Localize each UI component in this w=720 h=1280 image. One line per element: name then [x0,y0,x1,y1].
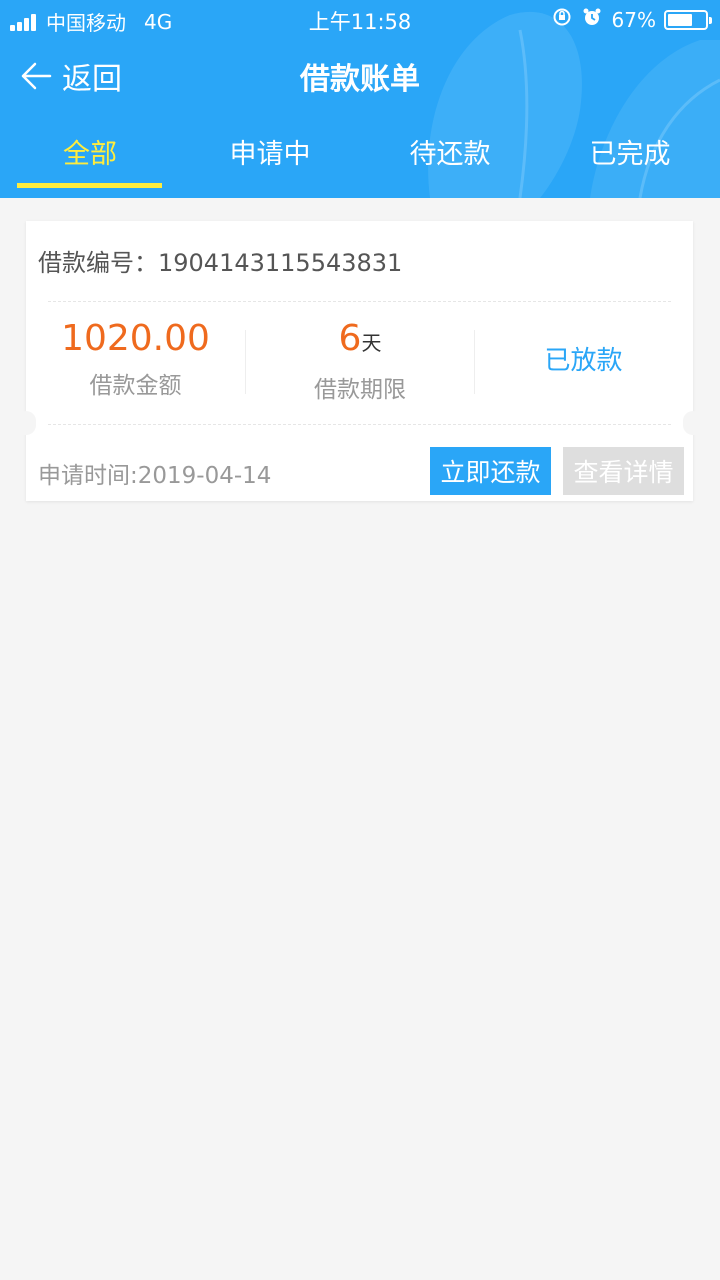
term-stat: 6天 借款期限 [246,316,474,406]
tab-pending-repayment[interactable]: 待还款 [360,128,540,188]
alarm-icon [582,7,602,32]
battery-icon [664,9,712,30]
loan-status: 已放款 [544,346,623,376]
card-notch-left [16,411,36,435]
status-stat: 已放款 [475,316,692,406]
arrow-left-icon [21,62,52,90]
tab-applying[interactable]: 申请中 [180,128,360,188]
divider [48,424,671,425]
amount-stat: 1020.00 借款金额 [26,316,245,406]
tab-bar: 全部 申请中 待还款 已完成 [0,128,720,188]
rotation-lock-icon [552,7,572,32]
loan-term-unit: 天 [361,331,382,355]
battery-fill [668,13,693,26]
back-button[interactable]: 返回 [20,54,122,98]
divider [48,301,671,302]
loan-amount: 1020.00 [61,318,210,359]
loan-stats: 1020.00 借款金额 6天 借款期限 已放款 [26,316,693,406]
navbar: 返回 借款账单 [0,44,720,104]
card-notch-right [683,411,703,435]
tab-all[interactable]: 全部 [0,128,180,188]
loan-number-label: 借款编号： [38,249,158,277]
loan-amount-label: 借款金额 [89,373,182,399]
repay-now-button[interactable]: 立即还款 [430,447,551,495]
view-details-button[interactable]: 查看详情 [563,447,684,495]
header: 中国移动 4G 上午11:58 67% 返回 借款账单 全部 申请中 待还款 已… [0,0,720,198]
tab-completed[interactable]: 已完成 [540,128,720,188]
loan-term-value: 6 [338,318,362,359]
battery-percent: 67% [611,7,656,32]
loan-card: 借款编号：1904143115543831 1020.00 借款金额 6天 借款… [16,221,703,501]
back-label: 返回 [62,62,122,97]
loan-number: 1904143115543831 [158,249,403,277]
loan-number-row: 借款编号：1904143115543831 [38,243,402,278]
status-bar: 中国移动 4G 上午11:58 67% [0,0,720,38]
loan-term-label: 借款期限 [314,377,406,403]
apply-time: 申请时间:2019-04-14 [38,463,272,489]
